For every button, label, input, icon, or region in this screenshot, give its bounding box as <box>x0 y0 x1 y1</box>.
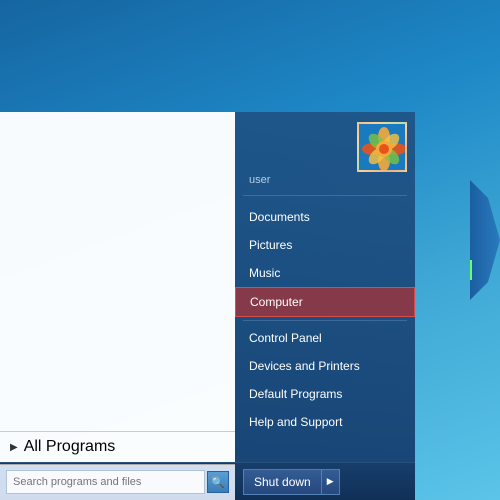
shutdown-right: Shut down ▶ <box>235 469 415 495</box>
shutdown-bar: 🔍 Shut down ▶ <box>0 462 415 500</box>
menu-item-documents[interactable]: Documents <box>235 203 415 231</box>
shutdown-arrow-icon: ▶ <box>327 476 334 487</box>
avatar <box>357 122 407 172</box>
shutdown-arrow-button[interactable]: ▶ <box>322 469 340 495</box>
right-menu-items: Documents Pictures Music Computer Contro… <box>235 199 415 462</box>
user-name-label: user <box>235 172 415 192</box>
separator-top <box>243 195 407 196</box>
desktop-accent-line <box>470 260 472 280</box>
all-programs-label: All Programs <box>24 438 116 456</box>
menu-item-default-programs[interactable]: Default Programs <box>235 380 415 408</box>
menu-item-devices-and-printers[interactable]: Devices and Printers <box>235 352 415 380</box>
all-programs-item[interactable]: ▶ All Programs <box>0 431 235 462</box>
shutdown-left-spacer: 🔍 <box>0 464 235 500</box>
avatar-container <box>235 116 415 172</box>
search-bar: 🔍 <box>0 464 235 500</box>
separator-mid <box>243 320 407 321</box>
menu-item-pictures[interactable]: Pictures <box>235 231 415 259</box>
shutdown-label: Shut down <box>254 475 311 489</box>
search-button[interactable]: 🔍 <box>207 471 229 493</box>
menu-item-computer[interactable]: Computer <box>235 287 415 317</box>
shutdown-button[interactable]: Shut down <box>243 469 322 495</box>
menu-item-help-and-support[interactable]: Help and Support <box>235 408 415 436</box>
search-input[interactable] <box>6 470 205 494</box>
all-programs-arrow-icon: ▶ <box>10 442 18 453</box>
right-panel: user Documents Pictures Music Computer <box>235 112 415 462</box>
left-panel: ▶ All Programs <box>0 112 235 462</box>
menu-item-control-panel[interactable]: Control Panel <box>235 324 415 352</box>
left-panel-content <box>0 112 235 431</box>
search-icon: 🔍 <box>211 476 225 489</box>
start-menu: ▶ All Programs <box>0 112 415 500</box>
start-menu-body: ▶ All Programs <box>0 112 415 462</box>
menu-item-music[interactable]: Music <box>235 259 415 287</box>
